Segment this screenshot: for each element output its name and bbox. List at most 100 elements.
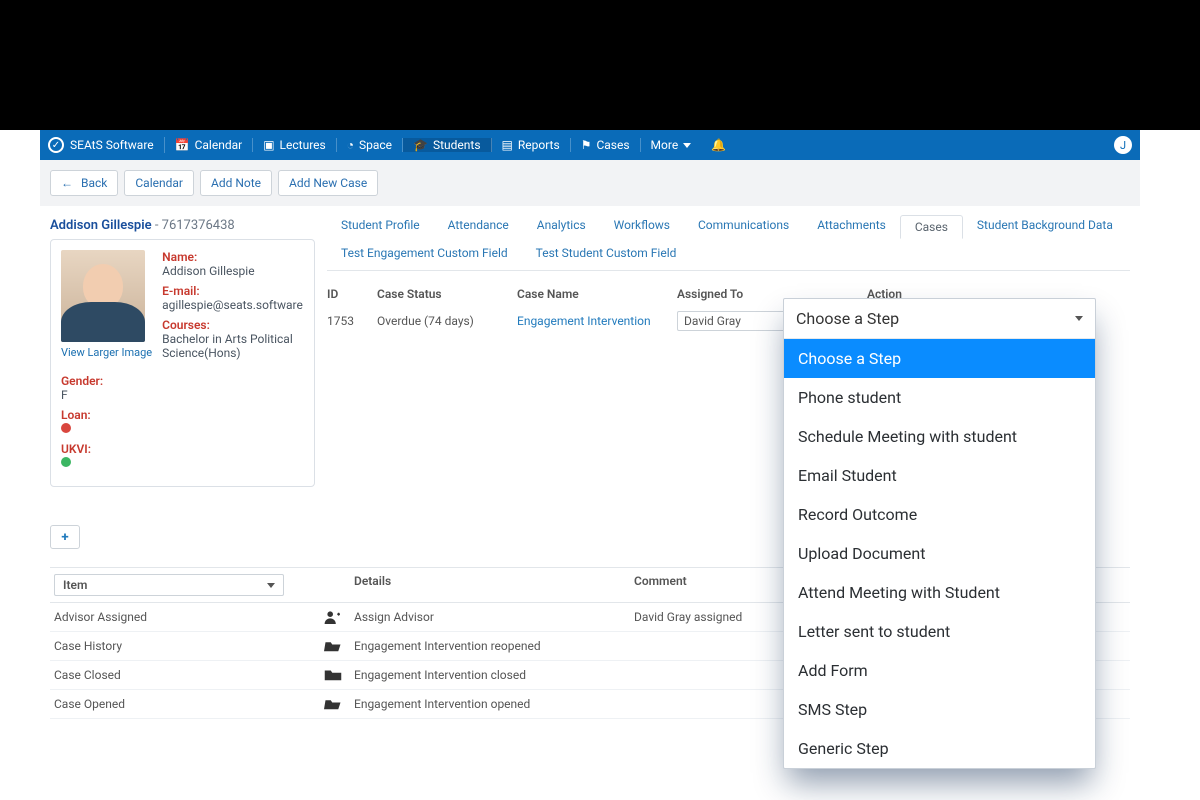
action-option[interactable]: Attend Meeting with Student xyxy=(784,573,1095,612)
ukvi-label: UKVI: xyxy=(61,442,304,456)
calendar-button[interactable]: Calendar xyxy=(124,170,194,196)
action-step-selected: Choose a Step xyxy=(796,309,899,328)
loan-label: Loan: xyxy=(61,408,304,422)
action-toolbar: Back Calendar Add Note Add New Case xyxy=(40,160,1140,206)
black-border-region xyxy=(0,0,1200,130)
view-larger-image-link[interactable]: View Larger Image xyxy=(61,346,152,359)
tab-attachments[interactable]: Attachments xyxy=(803,214,900,238)
courses-label: Courses: xyxy=(162,318,304,332)
tab-background-data[interactable]: Student Background Data xyxy=(963,214,1127,238)
nav-calendar[interactable]: 📅 Calendar xyxy=(165,138,254,152)
action-option[interactable]: Choose a Step xyxy=(784,339,1095,378)
student-photo xyxy=(61,250,145,342)
col-id: ID xyxy=(327,287,377,301)
lectures-icon: ▣ xyxy=(263,138,274,152)
nav-more[interactable]: More xyxy=(641,138,702,152)
bell-icon: 🔔 xyxy=(711,138,726,152)
add-button[interactable]: + xyxy=(50,525,80,549)
row-item: Case Closed xyxy=(54,668,324,682)
row-details: Engagement Intervention opened xyxy=(354,697,634,711)
brand-icon: ✓ xyxy=(48,137,64,153)
action-option[interactable]: Upload Document xyxy=(784,534,1095,573)
calendar-icon: 📅 xyxy=(175,138,190,152)
students-icon: 🎓 xyxy=(413,138,428,152)
back-button[interactable]: Back xyxy=(50,170,118,196)
action-option[interactable]: Generic Step xyxy=(784,729,1095,768)
chevron-down-icon xyxy=(267,583,275,588)
case-status: Overdue (74 days) xyxy=(377,314,517,328)
add-new-case-button[interactable]: Add New Case xyxy=(278,170,378,196)
reports-icon: ▤ xyxy=(502,138,513,152)
ukvi-status-dot xyxy=(61,457,71,467)
top-nav: ✓ SEAtS Software 📅 Calendar ▣ Lectures ◔… xyxy=(40,130,1140,160)
nav-label: Students xyxy=(433,138,481,152)
action-option[interactable]: Schedule Meeting with student xyxy=(784,417,1095,456)
tab-test-engagement[interactable]: Test Engagement Custom Field xyxy=(327,242,522,264)
email-value: agillespie@seats.software xyxy=(162,298,304,312)
nav-students[interactable]: 🎓 Students xyxy=(403,138,492,152)
nav-label: Cases xyxy=(596,138,629,152)
profile-panel: Addison Gillespie - 7617376438 View Larg… xyxy=(50,214,315,549)
email-label: E-mail: xyxy=(162,284,304,298)
profile-heading: Addison Gillespie - 7617376438 xyxy=(50,214,315,239)
nav-label: More xyxy=(651,138,679,152)
nav-lectures[interactable]: ▣ Lectures xyxy=(253,138,337,152)
row-details: Engagement Intervention closed xyxy=(354,668,634,682)
profile-card: View Larger Image Name:Addison Gillespie… xyxy=(50,239,315,487)
row-details: Engagement Intervention reopened xyxy=(354,639,634,653)
tab-communications[interactable]: Communications xyxy=(684,214,803,238)
cases-icon: ⚑ xyxy=(581,138,592,152)
row-details: Assign Advisor xyxy=(354,610,634,624)
nav-reports[interactable]: ▤ Reports xyxy=(492,138,571,152)
gender-value: F xyxy=(61,388,304,402)
tab-test-student[interactable]: Test Student Custom Field xyxy=(522,242,691,264)
row-item: Case History xyxy=(54,639,324,653)
tab-attendance[interactable]: Attendance xyxy=(434,214,523,238)
nav-label: Space xyxy=(359,138,392,152)
action-option[interactable]: Letter sent to student xyxy=(784,612,1095,651)
row-item: Case Opened xyxy=(54,697,324,711)
nav-cases[interactable]: ⚑ Cases xyxy=(571,138,641,152)
nav-space[interactable]: ◔ Space xyxy=(337,138,403,152)
action-option[interactable]: Email Student xyxy=(784,456,1095,495)
col-details: Details xyxy=(354,574,634,596)
name-value: Addison Gillespie xyxy=(162,264,304,278)
col-name: Case Name xyxy=(517,287,677,301)
notifications-button[interactable]: 🔔 xyxy=(701,138,736,152)
nav-label: Reports xyxy=(518,138,560,152)
case-id: 1753 xyxy=(327,314,377,328)
nav-label: Lectures xyxy=(280,138,326,152)
action-option[interactable]: Record Outcome xyxy=(784,495,1095,534)
action-option[interactable]: Phone student xyxy=(784,378,1095,417)
col-status: Case Status xyxy=(377,287,517,301)
folder-closed-icon xyxy=(324,668,354,682)
brand[interactable]: ✓ SEAtS Software xyxy=(48,137,165,153)
case-name-link[interactable]: Engagement Intervention xyxy=(517,314,677,328)
chevron-down-icon xyxy=(683,143,691,148)
action-step-select[interactable]: Choose a Step xyxy=(784,299,1095,339)
user-plus-icon xyxy=(324,610,354,624)
tab-student-profile[interactable]: Student Profile xyxy=(327,214,434,238)
brand-name: SEAtS Software xyxy=(70,138,154,152)
chevron-down-icon xyxy=(1075,316,1083,321)
action-step-options: Choose a Step Phone student Schedule Mee… xyxy=(784,339,1095,768)
tab-workflows[interactable]: Workflows xyxy=(600,214,684,238)
folder-open-icon xyxy=(324,697,354,711)
profile-name: Addison Gillespie xyxy=(50,218,152,233)
action-step-dropdown: Choose a Step Choose a Step Phone studen… xyxy=(783,298,1096,769)
name-label: Name: xyxy=(162,250,304,264)
item-filter-select[interactable]: Item xyxy=(54,574,284,596)
profile-id: - 7617376438 xyxy=(152,218,235,233)
tab-bar: Student Profile Attendance Analytics Wor… xyxy=(327,214,1130,271)
tab-analytics[interactable]: Analytics xyxy=(523,214,600,238)
folder-open-icon xyxy=(324,639,354,653)
add-note-button[interactable]: Add Note xyxy=(200,170,272,196)
tab-cases[interactable]: Cases xyxy=(900,215,963,239)
courses-value: Bachelor in Arts Political Science(Hons) xyxy=(162,332,304,360)
user-avatar[interactable]: J xyxy=(1114,136,1132,154)
item-filter-label: Item xyxy=(63,578,87,592)
assigned-to-value: David Gray xyxy=(684,314,741,328)
space-icon: ◔ xyxy=(347,138,354,152)
action-option[interactable]: SMS Step xyxy=(784,690,1095,729)
action-option[interactable]: Add Form xyxy=(784,651,1095,690)
